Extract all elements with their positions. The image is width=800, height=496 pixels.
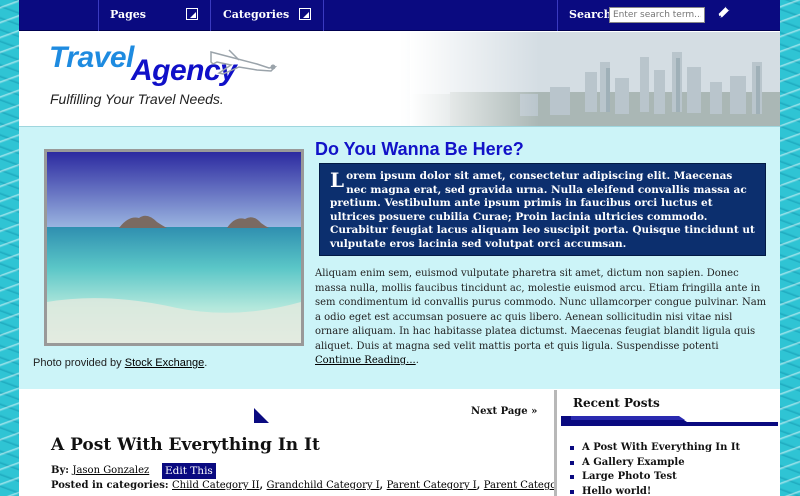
nav-divider — [323, 0, 324, 31]
feature-title: Do You Wanna Be Here? — [315, 139, 524, 159]
posted-in-label: Posted in categories: — [51, 480, 169, 491]
beach-photo — [44, 149, 304, 346]
tagline: Fulfilling Your Travel Needs. — [50, 91, 224, 107]
edit-this-button[interactable]: Edit This — [162, 463, 216, 479]
top-nav: Pages Categories Search: — [19, 0, 780, 31]
feature-body: Aliquam enim sem, euismod vulputate phar… — [315, 267, 767, 369]
recent-post-item[interactable]: Hello world! — [569, 485, 740, 496]
site-header: Travel Agency Fulfilling Your Travel Nee… — [19, 32, 780, 126]
airplane-icon — [210, 49, 278, 75]
post-categories: Posted in categories: Child Category II,… — [51, 480, 578, 491]
photo-credit-prefix: Photo provided by — [33, 357, 122, 369]
recent-post-item[interactable]: A Gallery Example — [569, 456, 740, 471]
nav-pages-label[interactable]: Pages — [110, 8, 146, 21]
stock-exchange-link[interactable]: Stock Exchange — [125, 357, 205, 369]
continue-suffix: . — [415, 355, 419, 366]
feature-body-text: Aliquam enim sem, euismod vulputate phar… — [315, 268, 767, 352]
pages-dropdown-icon[interactable] — [186, 8, 198, 20]
category-link[interactable]: Parent Category I — [387, 480, 477, 491]
category-link[interactable]: Child Category II — [172, 480, 260, 491]
nav-categories-label[interactable]: Categories — [223, 8, 289, 21]
dropcap: L — [330, 168, 345, 192]
next-page-link[interactable]: Next Page » — [471, 406, 537, 417]
photo-credit: Photo provided by Stock Exchange. — [33, 357, 207, 369]
nav-divider — [557, 0, 558, 31]
categories-dropdown-icon[interactable] — [299, 8, 311, 20]
beach-image — [47, 152, 301, 343]
nav-divider — [210, 0, 211, 31]
heading-underline — [561, 416, 778, 426]
photo-credit-suffix: . — [204, 357, 208, 369]
author-link[interactable]: Jason Gonzalez — [72, 465, 149, 476]
by-label: By: — [51, 465, 69, 476]
recent-posts-list: A Post With Everything In It A Gallery E… — [569, 441, 740, 496]
search-input[interactable] — [609, 7, 705, 23]
post-byline: By: Jason Gonzalez — [51, 465, 149, 476]
nav-divider — [98, 0, 99, 31]
page-container: Pages Categories Search: Enter search te… — [19, 0, 780, 496]
nav-pages[interactable]: Pages — [110, 0, 146, 31]
triangle-arrow-icon[interactable] — [254, 408, 269, 423]
city-skyline-image — [410, 32, 780, 126]
feature-callout: Lorem ipsum dolor sit amet, consectetur … — [319, 163, 766, 256]
callout-text: orem ipsum dolor sit amet, consectetur a… — [330, 170, 755, 250]
sidebar: Recent Posts A Post With Everything In I… — [557, 390, 780, 496]
feature-section: Photo provided by Stock Exchange. Do You… — [19, 126, 780, 389]
main-content: Next Page » A Post With Everything In It… — [19, 390, 578, 496]
post-title[interactable]: A Post With Everything In It — [51, 435, 320, 455]
nav-categories[interactable]: Categories — [223, 0, 289, 31]
logo-travel: Travel — [49, 41, 134, 74]
category-link[interactable]: Grandchild Category I — [267, 480, 380, 491]
continue-reading-link[interactable]: Continue Reading... — [315, 355, 416, 366]
recent-post-item[interactable]: Large Photo Test — [569, 470, 740, 485]
recent-posts-heading: Recent Posts — [573, 396, 660, 410]
recent-post-item[interactable]: A Post With Everything In It — [569, 441, 740, 456]
pencil-icon[interactable] — [717, 5, 731, 19]
